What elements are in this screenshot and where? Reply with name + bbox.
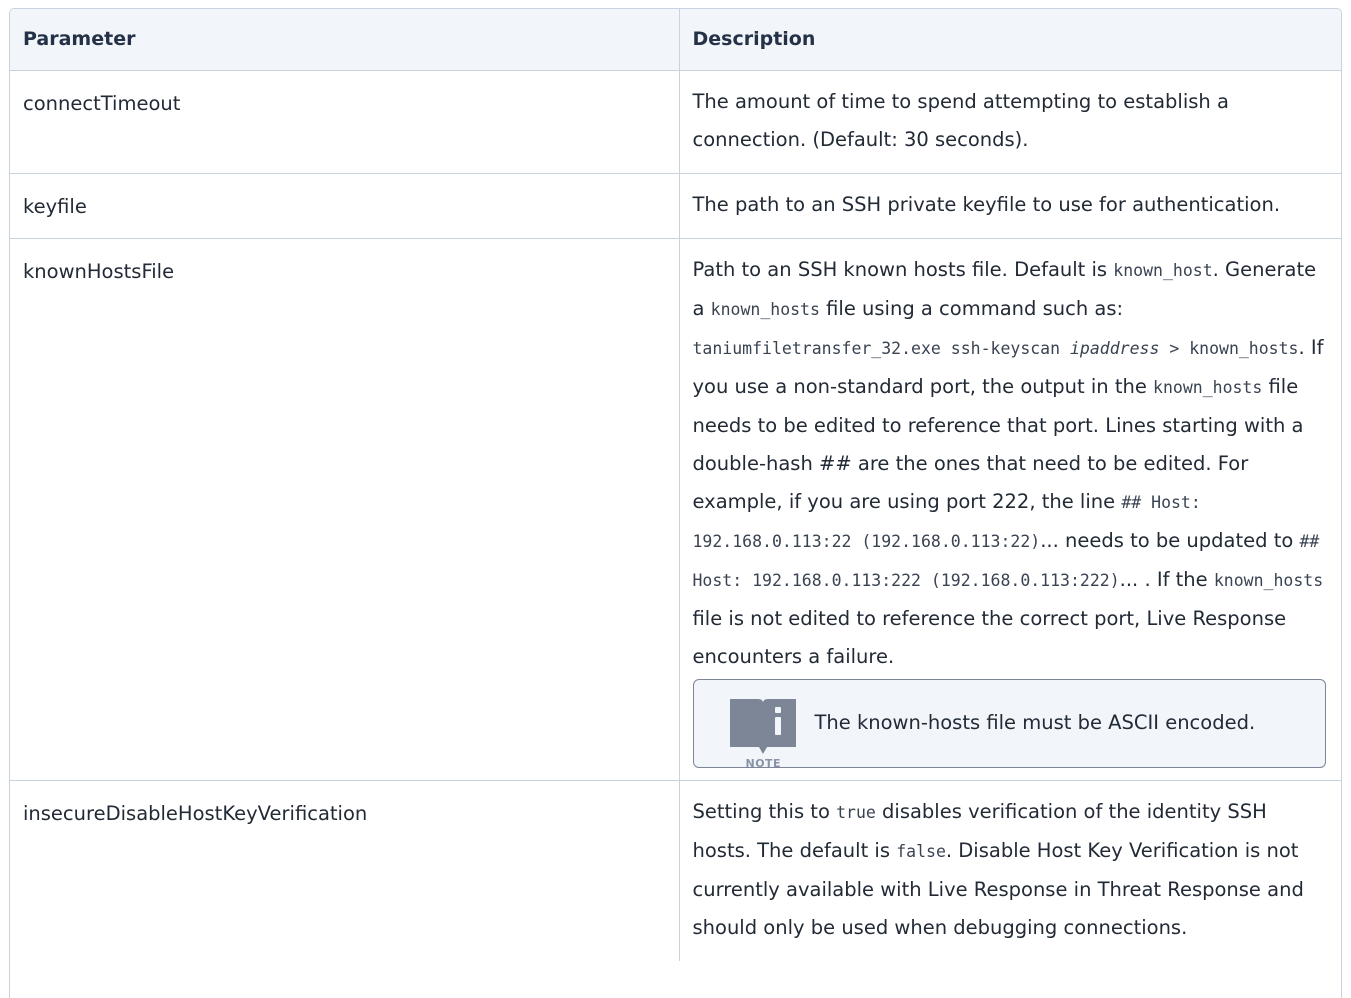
- inline-code-command: taniumfiletransfer_32.exe ssh-keyscan ip…: [693, 339, 1299, 358]
- column-header-description: Description: [678, 9, 1341, 71]
- command-placeholder: ipaddress: [1070, 338, 1160, 358]
- column-header-parameter: Parameter: [10, 9, 679, 71]
- desc-text: file using a command such as:: [819, 296, 1124, 320]
- inline-code: known_hosts: [710, 299, 820, 319]
- parameter-cell: insecureDisableHostKeyVerification: [23, 801, 368, 825]
- description-cell: Setting this to true disables verificati…: [678, 780, 1341, 961]
- description-cell: The path to an SSH private keyfile to us…: [678, 173, 1341, 239]
- table-row: connectTimeout The amount of time to spe…: [10, 70, 1341, 174]
- description-cell: Path to an SSH known hosts file. Default…: [678, 238, 1341, 781]
- inline-code: known_hosts: [1213, 570, 1324, 590]
- note-text: The known-hosts file must be ASCII encod…: [814, 710, 1256, 734]
- table-row: insecureDisableHostKeyVerification Setti…: [10, 780, 1341, 961]
- inline-code: false: [896, 841, 946, 861]
- parameter-cell: connectTimeout: [10, 70, 679, 174]
- inline-code: true: [836, 802, 876, 822]
- desc-text: ... . If the: [1119, 567, 1214, 591]
- inline-code: known_hosts: [1153, 377, 1263, 397]
- parameters-table: Parameter Description connectTimeout The…: [10, 9, 1341, 961]
- desc-text: Setting this to: [692, 799, 837, 823]
- desc-text: Path to an SSH known hosts file. Default…: [692, 257, 1114, 281]
- command-text: taniumfiletransfer_32.exe ssh-keyscan: [692, 338, 1070, 358]
- description-cell: The amount of time to spend attempting t…: [678, 70, 1341, 174]
- table-header-row: Parameter Description: [10, 9, 1341, 71]
- table-row: keyfile The path to an SSH private keyfi…: [10, 173, 1341, 239]
- desc-text: ... needs to be updated to: [1040, 528, 1300, 552]
- table-row: knownHostsFile Path to an SSH known host…: [10, 238, 1341, 781]
- parameters-table-container: Parameter Description connectTimeout The…: [9, 8, 1342, 998]
- parameter-cell: keyfile: [10, 173, 679, 239]
- note-label: NOTE: [745, 756, 782, 770]
- inline-code: known_host: [1113, 260, 1213, 280]
- note-callout: NOTE The known-hosts file must be ASCII …: [692, 678, 1326, 770]
- parameter-cell: knownHostsFile: [10, 238, 679, 781]
- command-text-end: > known_hosts: [1159, 338, 1299, 358]
- desc-text: file is not edited to reference the corr…: [692, 606, 1287, 668]
